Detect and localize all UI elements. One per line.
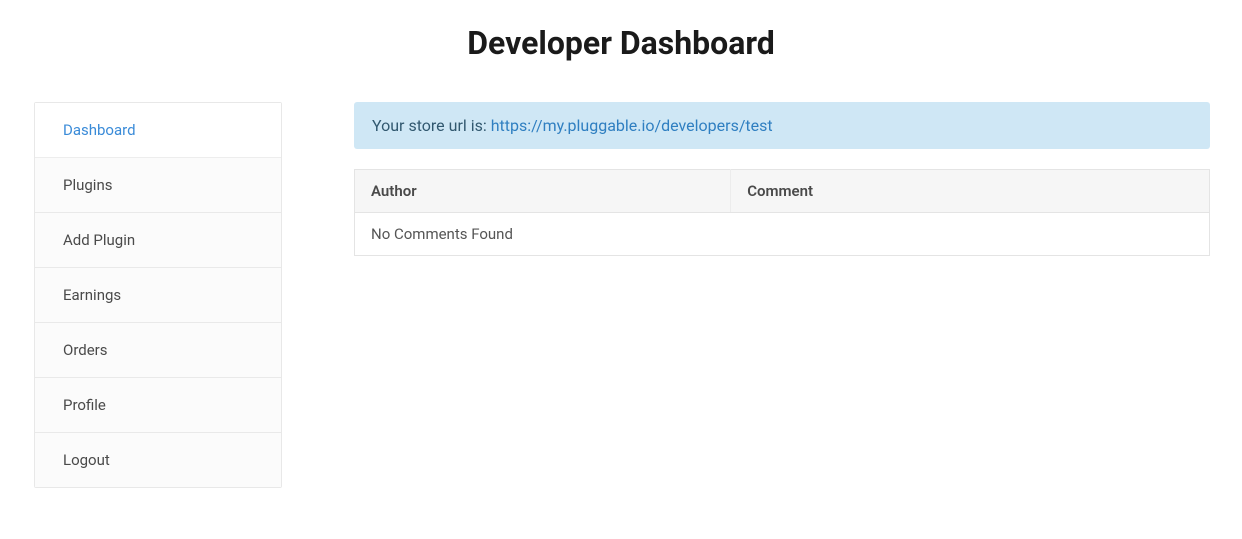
table-row: No Comments Found: [355, 213, 1210, 256]
table-header-row: Author Comment: [355, 170, 1210, 213]
table-empty-message: No Comments Found: [355, 213, 1210, 256]
main-content: Your store url is: https://my.pluggable.…: [354, 102, 1218, 488]
sidebar-nav: Dashboard Plugins Add Plugin Earnings Or…: [34, 102, 282, 488]
sidebar-item-logout[interactable]: Logout: [35, 433, 281, 487]
sidebar-list: Dashboard Plugins Add Plugin Earnings Or…: [34, 102, 282, 488]
sidebar-item-dashboard[interactable]: Dashboard: [35, 103, 281, 158]
content-container: Dashboard Plugins Add Plugin Earnings Or…: [0, 102, 1242, 488]
store-url-alert: Your store url is: https://my.pluggable.…: [354, 102, 1210, 149]
page-title: Developer Dashboard: [0, 0, 1242, 102]
sidebar-item-profile[interactable]: Profile: [35, 378, 281, 433]
store-url-link[interactable]: https://my.pluggable.io/developers/test: [491, 116, 773, 135]
sidebar-item-earnings[interactable]: Earnings: [35, 268, 281, 323]
table-header-comment: Comment: [731, 170, 1210, 213]
sidebar-item-add-plugin[interactable]: Add Plugin: [35, 213, 281, 268]
sidebar-item-plugins[interactable]: Plugins: [35, 158, 281, 213]
store-url-prefix: Your store url is:: [372, 116, 491, 135]
comments-table: Author Comment No Comments Found: [354, 169, 1210, 256]
table-header-author: Author: [355, 170, 731, 213]
sidebar-item-orders[interactable]: Orders: [35, 323, 281, 378]
